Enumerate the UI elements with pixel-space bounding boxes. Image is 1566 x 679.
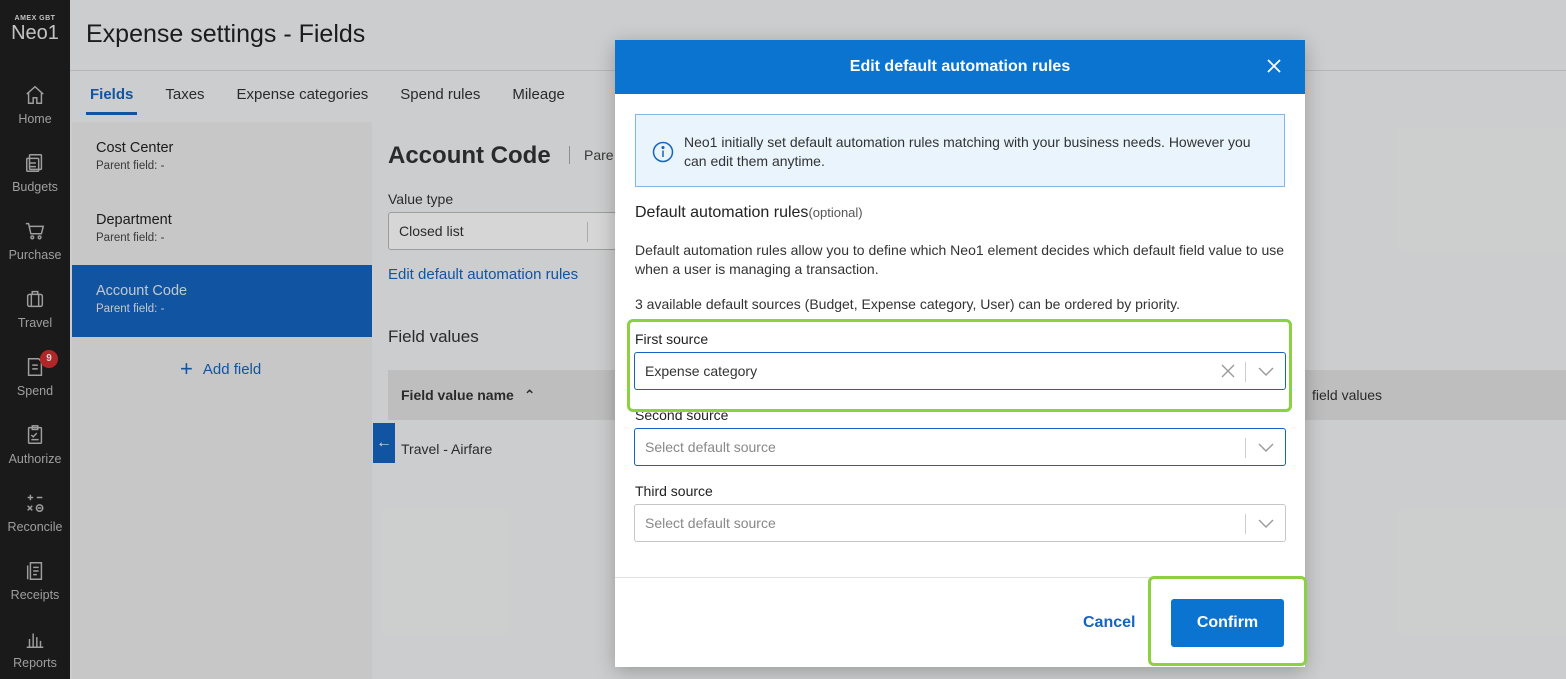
chevron-down-icon [1258,443,1274,452]
confirm-highlight [1148,576,1307,666]
optional-tag: (optional) [808,205,863,220]
modal-title: Edit default automation rules [849,58,1071,75]
third-source-placeholder: Select default source [645,515,776,531]
close-button[interactable] [1263,56,1285,78]
close-icon [1267,59,1281,73]
info-icon [652,141,674,163]
description-text: Default automation rules allow you to de… [635,242,1285,277]
cancel-button[interactable]: Cancel [1083,614,1135,632]
select-divider [1245,438,1246,458]
section-title: Default automation rules(optional) [635,204,863,222]
info-text: Neo1 initially set default automation ru… [684,134,1251,169]
chevron-down-icon [1258,519,1274,528]
second-source-placeholder: Select default source [645,439,776,455]
select-divider [1245,514,1246,534]
sources-text: 3 available default sources (Budget, Exp… [635,296,1180,312]
section-title-text: Default automation rules [635,204,809,221]
first-source-highlight [627,319,1292,412]
modal-header: Edit default automation rules [615,40,1305,94]
third-source-label: Third source [635,483,713,499]
info-banner: Neo1 initially set default automation ru… [635,114,1285,187]
second-source-select[interactable]: Select default source [634,428,1286,466]
third-source-select[interactable]: Select default source [634,504,1286,542]
